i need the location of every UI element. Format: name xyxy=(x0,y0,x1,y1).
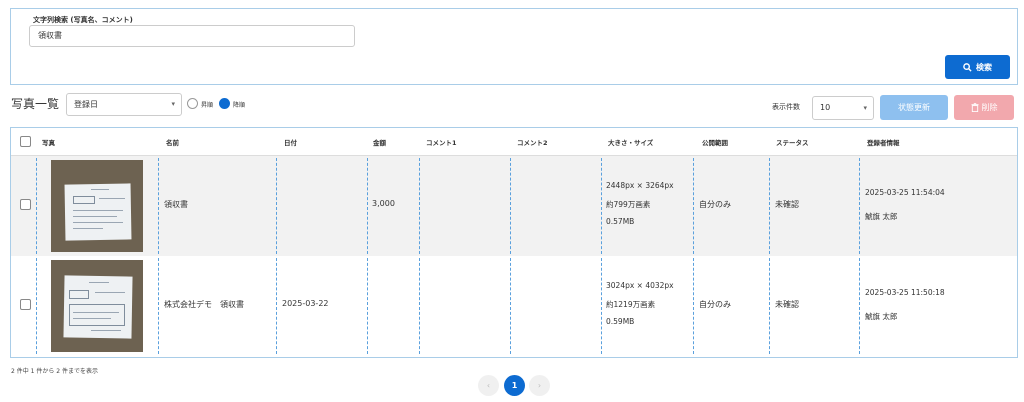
photo-date: 2025-03-22 xyxy=(282,299,329,308)
registered-by: 鯱旗 太郎 xyxy=(865,212,898,221)
per-page-value: 10 xyxy=(820,103,831,112)
delete-button[interactable]: 削除 xyxy=(954,95,1014,120)
column-divider xyxy=(601,258,602,354)
search-icon xyxy=(963,62,972,72)
next-page-button[interactable]: › xyxy=(529,375,550,396)
column-divider xyxy=(769,258,770,354)
photo-visibility: 自分のみ xyxy=(699,200,731,209)
per-page-select[interactable]: 10 ▾ xyxy=(812,96,874,120)
column-divider xyxy=(601,158,602,254)
column-divider xyxy=(510,258,511,354)
photo-thumbnail[interactable] xyxy=(51,160,143,252)
photo-filesize: 0.57MB xyxy=(606,217,635,226)
photo-table: 写真 名前 日付 金額 コメント1 コメント2 大きさ・サイズ 公開範囲 ステー… xyxy=(10,127,1018,358)
sort-asc-label: 昇順 xyxy=(201,102,214,109)
table-header: 写真 名前 日付 金額 コメント1 コメント2 大きさ・サイズ 公開範囲 ステー… xyxy=(11,128,1017,156)
column-header-amount: 金額 xyxy=(373,139,386,147)
photo-name: 株式会社デモ 領収書 xyxy=(164,300,244,309)
sort-field-select[interactable]: 登録日 ▾ xyxy=(66,93,182,116)
photo-dimensions: 2448px × 3264px xyxy=(606,181,674,190)
photo-thumbnail[interactable] xyxy=(51,260,143,352)
photo-dimensions: 3024px × 4032px xyxy=(606,281,674,290)
column-divider xyxy=(367,158,368,254)
pagination-summary: 2 件中 1 件から 2 件までを表示 xyxy=(11,368,98,375)
trash-icon xyxy=(971,103,978,112)
column-divider xyxy=(859,158,860,254)
search-button[interactable]: 検索 xyxy=(945,55,1010,79)
column-divider xyxy=(158,258,159,354)
registered-at: 2025-03-25 11:54:04 xyxy=(865,188,945,197)
select-all-checkbox[interactable] xyxy=(20,136,31,147)
column-header-name: 名前 xyxy=(166,139,179,147)
registered-by: 鯱旗 太郎 xyxy=(865,312,898,321)
photo-status: 未確認 xyxy=(775,300,799,309)
column-header-comment1: コメント1 xyxy=(426,139,457,147)
column-divider xyxy=(693,158,694,254)
search-panel: 文字列検索 (写真名、コメント) 領収書 検索 xyxy=(10,8,1018,85)
column-divider xyxy=(36,158,37,254)
per-page-label: 表示件数 xyxy=(772,103,800,111)
delete-button-label: 削除 xyxy=(981,103,998,112)
sort-desc-label: 降順 xyxy=(233,102,246,109)
column-divider xyxy=(36,258,37,354)
column-header-date: 日付 xyxy=(284,139,297,147)
column-header-comment2: コメント2 xyxy=(517,139,548,147)
search-button-label: 検索 xyxy=(976,62,992,72)
column-header-size: 大きさ・サイズ xyxy=(608,139,654,147)
photo-pixels: 約1219万画素 xyxy=(606,300,656,309)
chevron-down-icon: ▾ xyxy=(171,100,175,108)
column-header-visibility: 公開範囲 xyxy=(702,139,728,147)
column-divider xyxy=(276,158,277,254)
sort-desc-radio[interactable] xyxy=(219,98,230,109)
registered-at: 2025-03-25 11:50:18 xyxy=(865,288,945,297)
table-row[interactable]: 領収書 3,000 2448px × 3264px 約799万画素 0.57MB… xyxy=(11,156,1017,256)
column-divider xyxy=(510,158,511,254)
column-header-photo: 写真 xyxy=(42,139,55,147)
photo-status: 未確認 xyxy=(775,200,799,209)
column-divider xyxy=(367,258,368,354)
list-title: 写真一覧 xyxy=(11,97,60,111)
status-update-button[interactable]: 状態更新 xyxy=(880,95,948,120)
row-checkbox[interactable] xyxy=(20,199,31,210)
photo-visibility: 自分のみ xyxy=(699,300,731,309)
sort-field-value: 登録日 xyxy=(74,100,98,109)
column-divider xyxy=(276,258,277,354)
column-header-status: ステータス xyxy=(776,139,809,147)
prev-page-button[interactable]: ‹ xyxy=(478,375,499,396)
column-divider xyxy=(859,258,860,354)
page-button-current[interactable]: 1 xyxy=(504,375,525,396)
column-header-registrant: 登録者情報 xyxy=(867,139,900,147)
search-label: 文字列検索 (写真名、コメント) xyxy=(33,16,133,24)
column-divider xyxy=(693,258,694,354)
photo-filesize: 0.59MB xyxy=(606,317,635,326)
column-divider xyxy=(419,158,420,254)
column-divider xyxy=(419,258,420,354)
column-divider xyxy=(769,158,770,254)
column-divider xyxy=(158,158,159,254)
photo-pixels: 約799万画素 xyxy=(606,200,651,209)
table-row[interactable]: 株式会社デモ 領収書 2025-03-22 3024px × 4032px 約1… xyxy=(11,256,1017,356)
search-input[interactable]: 領収書 xyxy=(29,25,355,47)
row-checkbox[interactable] xyxy=(20,299,31,310)
chevron-down-icon: ▾ xyxy=(863,104,867,112)
photo-name: 領収書 xyxy=(164,200,188,209)
photo-amount: 3,000 xyxy=(372,199,395,208)
sort-asc-radio[interactable] xyxy=(187,98,198,109)
